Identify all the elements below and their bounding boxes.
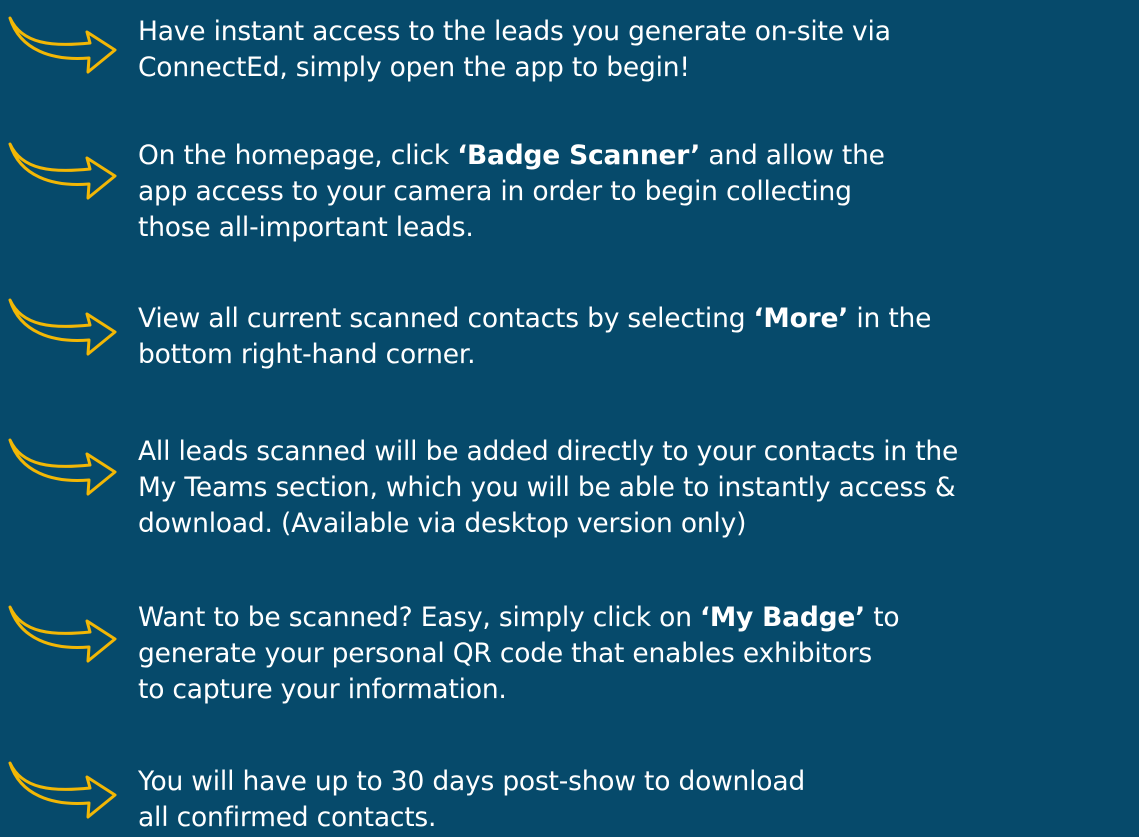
text-segment: Want to be scanned? Easy, simply click o… (138, 602, 701, 633)
badge-scanner-label: ‘Badge Scanner’ (457, 140, 701, 171)
curved-arrow-icon (6, 603, 118, 665)
text-segment: All leads scanned will be added directly… (138, 436, 959, 467)
curved-arrow-icon (6, 759, 118, 821)
step-2-line-1: On the homepage, click ‘Badge Scanner’ a… (138, 138, 1138, 174)
text-segment: You will have up to 30 days post-show to… (138, 766, 805, 797)
step-1-line-2: ConnectEd, simply open the app to begin! (138, 50, 1138, 86)
text-segment: and allow the (700, 140, 885, 171)
step-5-line-3: to capture your information. (138, 672, 1138, 708)
step-4-text: All leads scanned will be added directly… (138, 434, 1138, 542)
step-5-text: Want to be scanned? Easy, simply click o… (138, 600, 1138, 708)
step-6-text: You will have up to 30 days post-show to… (138, 764, 1138, 836)
my-badge-label: ‘My Badge’ (700, 602, 866, 633)
curved-arrow-icon (6, 296, 118, 358)
step-2-line-2: app access to your camera in order to be… (138, 174, 1138, 210)
step-3-line-2: bottom right-hand corner. (138, 337, 1138, 373)
text-segment: On the homepage, click (138, 140, 458, 171)
text-segment: download. (Available via desktop version… (138, 508, 747, 539)
curved-arrow-icon (6, 140, 118, 202)
text-segment: to (865, 602, 900, 633)
text-segment: all confirmed contacts. (138, 802, 437, 833)
text-segment: to capture your information. (138, 674, 507, 705)
step-5-line-2: generate your personal QR code that enab… (138, 636, 1138, 672)
step-2-text: On the homepage, click ‘Badge Scanner’ a… (138, 138, 1138, 246)
text-segment: My Teams section, which you will be able… (138, 472, 956, 503)
text-segment: Have instant access to the leads you gen… (138, 16, 891, 47)
curved-arrow-icon (6, 14, 118, 76)
step-3-text: View all current scanned contacts by sel… (138, 301, 1138, 373)
text-segment: bottom right-hand corner. (138, 339, 476, 370)
step-4-line-2: My Teams section, which you will be able… (138, 470, 1138, 506)
step-2-line-3: those all-important leads. (138, 210, 1138, 246)
step-6-line-1: You will have up to 30 days post-show to… (138, 764, 1138, 800)
step-1-line-1: Have instant access to the leads you gen… (138, 14, 1138, 50)
step-5-line-1: Want to be scanned? Easy, simply click o… (138, 600, 1138, 636)
text-segment: app access to your camera in order to be… (138, 176, 852, 207)
step-3-line-1: View all current scanned contacts by sel… (138, 301, 1138, 337)
text-segment: generate your personal QR code that enab… (138, 638, 873, 669)
step-6-line-2: all confirmed contacts. (138, 800, 1138, 836)
step-4-line-1: All leads scanned will be added directly… (138, 434, 1138, 470)
text-segment: View all current scanned contacts by sel… (138, 303, 754, 334)
more-label: ‘More’ (753, 303, 849, 334)
text-segment: in the (848, 303, 932, 334)
curved-arrow-icon (6, 436, 118, 498)
text-segment: those all-important leads. (138, 212, 474, 243)
step-4-line-3: download. (Available via desktop version… (138, 506, 1138, 542)
step-1-text: Have instant access to the leads you gen… (138, 14, 1138, 86)
text-segment: ConnectEd, simply open the app to begin! (138, 52, 690, 83)
